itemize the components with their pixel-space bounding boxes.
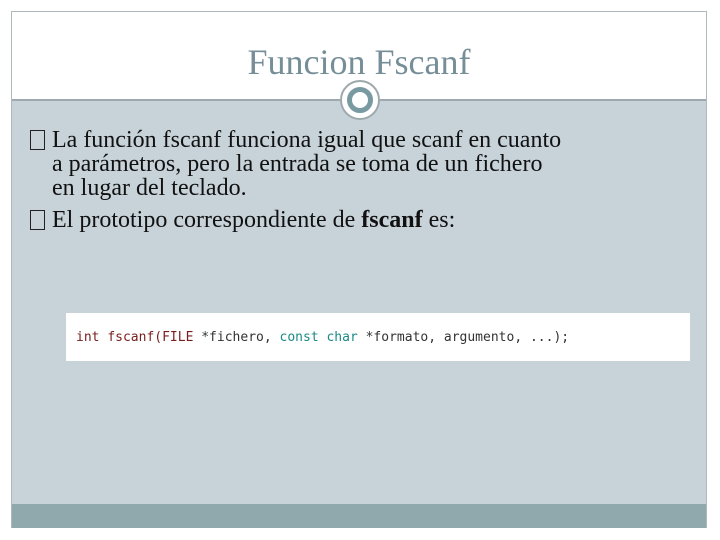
bullet-line: La función fscanf funciona igual que sca… <box>52 127 562 153</box>
circle-ornament-icon <box>340 80 380 120</box>
slide-title: Funcion Fscanf <box>247 42 471 82</box>
bullet-box-icon <box>30 128 45 155</box>
bullet-item: El prototipo correspondiente de fscanf e… <box>30 208 700 232</box>
circle-ornament-inner <box>347 87 373 113</box>
bullet-text-before: El prototipo correspondiente de <box>52 207 362 233</box>
bullet-line: en lugar del teclado. <box>52 175 247 201</box>
code-token-type: int <box>76 329 108 345</box>
bullet-line: a parámetros, pero la entrada se toma de… <box>52 151 543 177</box>
code-snippet: int fscanf(FILE *fichero, const char *fo… <box>66 313 690 361</box>
code-token-rest: *formato, argumento, ...); <box>365 329 570 345</box>
bullet-list: La función fscanf funciona igual que sca… <box>30 128 700 240</box>
code-token-param: *fichero, <box>201 329 280 345</box>
bullet-text: El prototipo correspondiente de fscanf e… <box>52 207 455 233</box>
footer-bar <box>12 504 706 528</box>
bullet-box-icon <box>30 208 45 235</box>
bullet-text: La función fscanf funciona igual que sca… <box>52 128 700 200</box>
bullet-text-bold: fscanf <box>361 207 423 233</box>
bullet-item: La función fscanf funciona igual que sca… <box>30 128 700 200</box>
code-token-function: fscanf(FILE <box>107 329 202 345</box>
bullet-text-after: es: <box>422 207 456 233</box>
code-token-keyword: const char <box>279 329 366 345</box>
